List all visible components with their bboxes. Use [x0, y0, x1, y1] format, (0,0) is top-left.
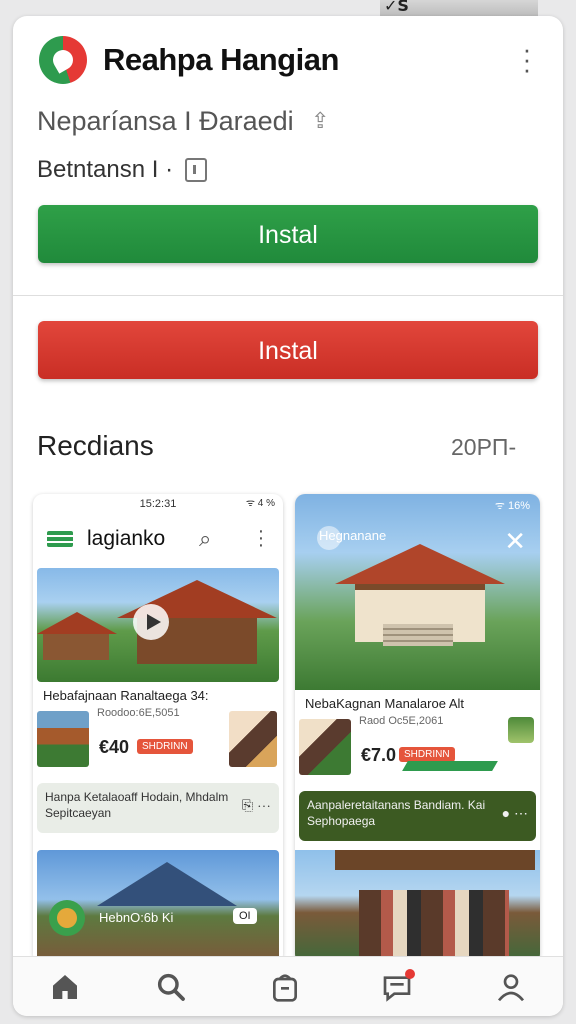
inner-header: lagianko ⌕ · · · — [33, 514, 283, 564]
caption: Hebafajnaan Ranaltaega 34: — [43, 688, 209, 703]
bottom-preview-image: HebnO:6b Ki OI — [37, 850, 279, 960]
bottom-label: HebnO:6b Ki — [99, 910, 174, 925]
product-thumb-right — [229, 711, 277, 767]
install-button-secondary[interactable]: Instal — [38, 321, 538, 379]
caption: NebaKagnan Manalaroe Alt — [305, 696, 465, 711]
nav-shop-icon[interactable] — [269, 971, 305, 1007]
section-more-link[interactable]: 20PП- — [451, 434, 516, 461]
app-logo — [39, 36, 87, 84]
info-actions-icon: ● ⋯ — [501, 805, 528, 821]
status-icons: ᯤ 4 % — [245, 498, 275, 509]
bottom-chip: OI — [233, 908, 257, 924]
product-row: Roodoo:6E,5051 €40 SHDRINN — [33, 705, 283, 775]
house-stairs — [383, 624, 453, 646]
nav-search-icon[interactable] — [155, 971, 191, 1007]
screenshot-2[interactable]: ᯤ 16% Hegnanane ✕ NebaKagnan Manalaroe A… — [295, 494, 540, 964]
house-roof-small — [37, 612, 117, 634]
hero-image: ᯤ 16% Hegnanane ✕ — [295, 494, 540, 690]
status-bar: 15:2:31 ᯤ 4 % — [33, 494, 283, 514]
share-icon[interactable]: ⇪ — [311, 108, 329, 134]
mountain-shape — [97, 862, 237, 906]
info-text: Aanpaleretaitanans Bandiam. Kai Sephopae… — [307, 798, 486, 828]
menu-icon — [47, 531, 73, 547]
close-icon: ✕ — [504, 526, 526, 556]
more-icon: · · · — [257, 520, 265, 556]
app-title: Reahpa Hangian — [103, 42, 339, 77]
section-title: Recdians — [37, 430, 154, 461]
status-time: 15:2:31 — [139, 498, 177, 510]
search-icon: ⌕ — [199, 526, 212, 551]
install-button[interactable]: Instal — [38, 205, 538, 263]
info-text: Hanpa Ketalaoaff Hodain, Mhdalm Sepitcae… — [45, 790, 229, 820]
pin-icon — [49, 900, 85, 936]
nav-chat-icon[interactable] — [381, 969, 417, 1007]
nav-home-icon[interactable] — [49, 971, 85, 1007]
product-thumb-right — [508, 717, 534, 743]
house-wall-small — [43, 634, 109, 660]
info-icon[interactable] — [185, 158, 207, 182]
brand-label: Hegnanane — [319, 528, 387, 543]
more-menu-icon[interactable]: · · · — [519, 36, 535, 82]
product-price: €40 — [99, 737, 130, 757]
screenshot-1[interactable]: 15:2:31 ᯤ 4 % lagianko ⌕ · · · Hebafajnaan… — [33, 494, 283, 964]
product-date: Raod Oc5E,2061 — [359, 715, 444, 727]
divider — [13, 295, 563, 296]
bottom-preview-image — [295, 850, 540, 964]
play-icon — [133, 604, 169, 640]
bottom-navigation — [13, 956, 563, 1016]
product-badge: SHDRINN — [137, 739, 193, 754]
product-thumb — [37, 711, 89, 767]
people-shape — [359, 890, 509, 964]
video-preview-image — [37, 568, 279, 682]
decorative-strip — [402, 761, 498, 771]
pergola-shape — [335, 850, 535, 870]
info-box: Aanpaleretaitanans Bandiam. Kai Sephopae… — [299, 791, 536, 841]
inner-title: lagianko — [87, 527, 166, 550]
app-details-card: Reahpa Hangian · · · Neparíansa I Đaraedi … — [13, 16, 563, 1016]
product-price: €7.0 — [361, 745, 397, 765]
top-glyph-icon: ✓S — [384, 0, 409, 15]
product-thumb — [299, 719, 351, 775]
info-actions-icon: ⎘ ⋯ — [241, 797, 271, 813]
notification-badge — [405, 969, 415, 979]
status-icons: ᯤ 16% — [494, 500, 530, 512]
product-date: Roodoo:6E,5051 — [97, 707, 180, 719]
product-row: Raod Oc5E,2061 €7.0 SHDRINN — [295, 713, 540, 783]
app-meta: Betntansn I · — [37, 156, 174, 183]
app-subtitle: Neparíansa I Đaraedi — [37, 106, 294, 136]
product-badge: SHDRINN — [399, 747, 455, 762]
info-box: Hanpa Ketalaoaff Hodain, Mhdalm Sepitcae… — [37, 783, 279, 833]
house-roof — [335, 544, 505, 584]
nav-profile-icon[interactable] — [495, 971, 531, 1007]
